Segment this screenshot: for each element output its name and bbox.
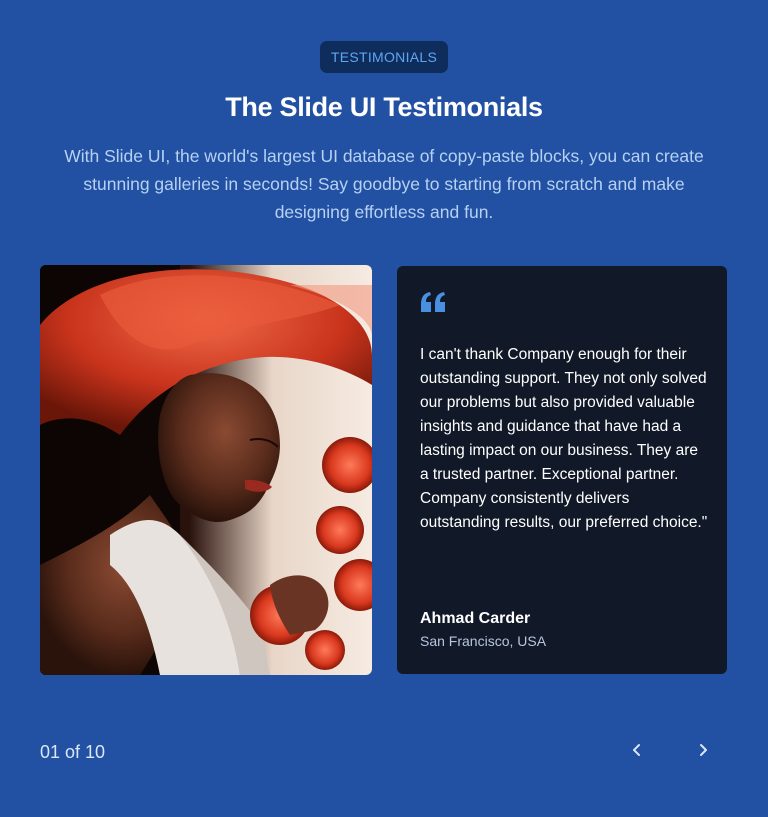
author-name: Ahmad Carder — [420, 610, 531, 627]
chevron-left-icon — [630, 743, 644, 762]
previous-button[interactable] — [621, 736, 653, 768]
page-title: The Slide UI Testimonials — [225, 92, 543, 122]
testimonial-card: I can't thank Company enough for their o… — [397, 266, 727, 674]
testimonial-quote: I can't thank Company enough for their o… — [420, 346, 708, 531]
slide-counter: 01 of 10 — [40, 742, 106, 762]
page-subtitle: With Slide UI, the world's largest UI da… — [64, 146, 704, 222]
author-location: San Francisco, USA — [420, 633, 547, 649]
testimonial-photo — [40, 265, 372, 675]
next-button[interactable] — [687, 736, 719, 768]
section-badge: TESTIMONIALS — [320, 41, 448, 73]
quote-icon — [421, 292, 447, 317]
chevron-right-icon — [696, 743, 710, 762]
